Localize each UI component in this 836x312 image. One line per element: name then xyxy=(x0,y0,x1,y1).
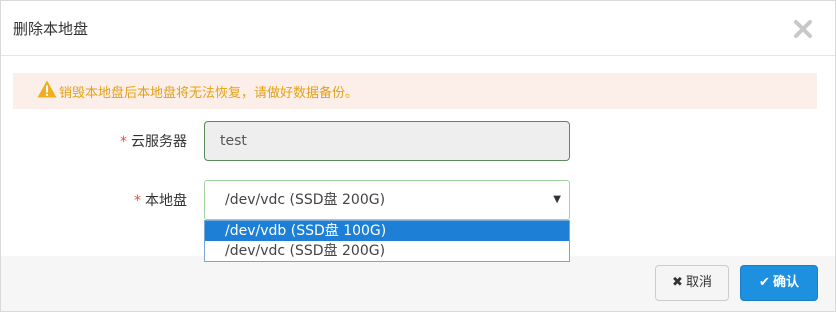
disk-option[interactable]: /dev/vdb (SSD盘 100G) xyxy=(205,221,569,241)
times-icon: ✖ xyxy=(672,275,683,290)
cancel-label: 取消 xyxy=(685,275,712,290)
warning-text: 销毁本地盘后本地盘将无法恢复，请做好数据备份。 xyxy=(59,86,359,101)
server-label: * 云服务器 xyxy=(87,131,187,151)
disk-label-text: 本地盘 xyxy=(145,193,187,209)
confirm-button[interactable]: ✔ 确认 xyxy=(740,265,818,301)
server-field: test xyxy=(204,121,570,161)
confirm-label: 确认 xyxy=(772,275,799,290)
required-mark: * xyxy=(120,134,127,150)
disk-label: * 本地盘 xyxy=(87,190,187,210)
dialog-title: 删除本地盘 xyxy=(13,20,89,38)
warning-alert: 销毁本地盘后本地盘将无法恢复，请做好数据备份。 xyxy=(13,73,817,109)
disk-option[interactable]: /dev/vdc (SSD盘 200G) xyxy=(205,241,569,261)
delete-local-disk-dialog: 删除本地盘 销毁本地盘后本地盘将无法恢复，请做好数据备份。 * 云服务器 test… xyxy=(0,0,836,312)
disk-select[interactable]: /dev/vdc (SSD盘 200G) ▼ xyxy=(204,180,570,220)
check-icon: ✔ xyxy=(759,275,770,290)
server-label-text: 云服务器 xyxy=(131,134,187,150)
warning-icon xyxy=(37,80,57,102)
close-icon[interactable] xyxy=(791,17,815,41)
required-mark: * xyxy=(134,193,141,209)
dialog-header: 删除本地盘 xyxy=(1,1,835,56)
caret-down-icon: ▼ xyxy=(553,194,561,205)
disk-select-value: /dev/vdc (SSD盘 200G) xyxy=(225,192,386,208)
disk-dropdown-list: /dev/vdb (SSD盘 100G) /dev/vdc (SSD盘 200G… xyxy=(204,220,570,262)
cancel-button[interactable]: ✖ 取消 xyxy=(655,265,729,301)
